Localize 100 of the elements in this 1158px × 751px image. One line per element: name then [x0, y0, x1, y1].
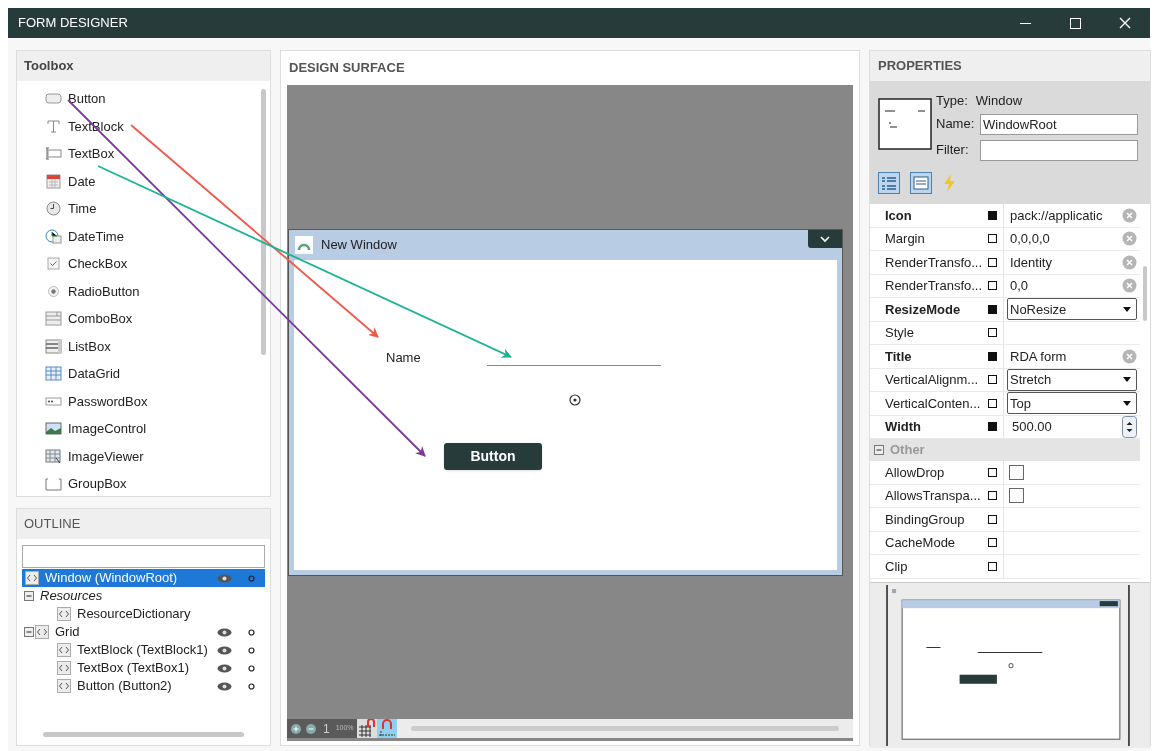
scrollbar[interactable]	[1143, 266, 1147, 321]
zoom-out-icon[interactable]	[305, 722, 317, 735]
clock-calendar-icon	[45, 228, 62, 244]
group-frame-icon	[45, 476, 62, 492]
eye-icon[interactable]	[217, 627, 232, 637]
hollow-square-icon[interactable]	[988, 328, 997, 338]
image-grid-icon	[45, 448, 62, 464]
search-field[interactable]	[22, 545, 265, 568]
property-name: RenderTransfo...	[885, 253, 983, 272]
tree-item[interactable]: Resources	[22, 587, 265, 605]
collapse-icon[interactable]	[24, 627, 34, 637]
tree-item[interactable]: ResourceDictionary	[22, 605, 265, 623]
chevron-button[interactable]	[808, 230, 842, 248]
circle-icon[interactable]	[248, 628, 255, 636]
collapse-icon[interactable]	[874, 445, 884, 455]
toolbox-item[interactable]: DateTime	[68, 226, 124, 246]
toolbox-item[interactable]: DataGrid	[68, 364, 121, 384]
property-name: VerticalConten...	[885, 394, 981, 413]
toolbox-item[interactable]: PasswordBox	[68, 391, 148, 411]
filled-square-icon[interactable]	[988, 351, 997, 361]
toolbox-item[interactable]: Button	[68, 89, 106, 109]
dropdown-field[interactable]: NoResize	[1007, 298, 1137, 321]
tree-item-label: ResourceDictionary	[77, 605, 192, 624]
scrollbar[interactable]	[261, 89, 266, 355]
filled-square-icon[interactable]	[988, 422, 997, 432]
tree-item-label: TextBox (TextBox1)	[77, 659, 190, 678]
tree-item[interactable]: TextBox (TextBox1)	[22, 659, 265, 677]
filled-square-icon[interactable]	[988, 304, 997, 314]
tag-brackets-icon	[35, 625, 49, 639]
zoom-in-icon[interactable]	[290, 722, 302, 735]
hollow-square-icon[interactable]	[988, 234, 997, 244]
panel-title: PROPERTIES	[878, 57, 962, 76]
tree-item[interactable]: Grid	[22, 623, 265, 641]
toolbox-item[interactable]: GroupBox	[68, 474, 127, 494]
checkbox-icon	[45, 256, 62, 272]
tree-item-label: Window (WindowRoot)	[45, 569, 179, 588]
close-icon[interactable]	[1119, 17, 1131, 29]
dropdown-field[interactable]: Top	[1007, 392, 1137, 415]
property-value[interactable]: 0,0,0,0	[1010, 229, 1122, 249]
tree-item-label: TextBlock (TextBlock1)	[77, 641, 209, 660]
circle-icon[interactable]	[248, 664, 255, 672]
filter-field[interactable]	[980, 139, 1138, 161]
app-logo-icon	[295, 236, 313, 254]
scrollbar[interactable]	[410, 726, 839, 731]
property-value[interactable]: RDA form	[1010, 346, 1122, 366]
toolbox-item[interactable]: ListBox	[68, 336, 111, 356]
toolbox-item[interactable]: CheckBox	[68, 254, 128, 274]
hollow-square-icon[interactable]	[988, 538, 997, 548]
property-value[interactable]: 0,0	[1010, 276, 1122, 296]
eye-icon[interactable]	[217, 645, 232, 655]
hollow-square-icon[interactable]	[988, 514, 997, 524]
name-field[interactable]: WindowRoot	[980, 113, 1138, 135]
collapse-icon[interactable]	[24, 591, 34, 601]
toolbox-item[interactable]: Date	[68, 171, 96, 191]
number-field[interactable]: 500.00	[1012, 417, 1122, 437]
text-input-line[interactable]	[487, 365, 661, 366]
property-name: Margin	[885, 230, 925, 248]
tree-item[interactable]: Button (Button2)	[22, 677, 265, 695]
chevron-down-icon[interactable]	[820, 235, 830, 243]
caret-icon	[1123, 400, 1131, 406]
checkbox[interactable]	[1009, 464, 1024, 480]
tree-item[interactable]: TextBlock (TextBlock1)	[22, 641, 265, 659]
name-label: Name:	[936, 115, 976, 134]
dropdown-field[interactable]: Stretch	[1007, 368, 1137, 391]
hollow-square-icon[interactable]	[988, 257, 997, 267]
toolbox-item[interactable]: Time	[68, 199, 97, 219]
toolbox-item[interactable]: ImageControl	[68, 419, 147, 439]
toolbox-item[interactable]: ComboBox	[68, 309, 133, 329]
checkbox[interactable]	[1009, 488, 1024, 504]
tree-item[interactable]: Window (WindowRoot)	[22, 569, 265, 587]
toolbox-item[interactable]: RadioButton	[68, 281, 140, 301]
property-value[interactable]: Identity	[1010, 252, 1122, 272]
caret-icon	[1123, 306, 1131, 312]
hollow-square-icon[interactable]	[988, 281, 997, 291]
toolbox-item[interactable]: TextBox	[68, 144, 115, 164]
circle-icon[interactable]	[248, 646, 255, 654]
form-title: New Window	[321, 236, 397, 255]
hollow-square-icon[interactable]	[988, 491, 997, 501]
eye-icon[interactable]	[217, 573, 232, 583]
hollow-square-icon[interactable]	[988, 375, 997, 385]
eye-icon[interactable]	[217, 663, 232, 673]
circle-icon[interactable]	[248, 682, 255, 690]
property-name: Title	[885, 347, 912, 366]
spinner-arrows-icon[interactable]	[1122, 415, 1137, 438]
filter-label: Filter:	[936, 141, 970, 160]
category-label: Other	[890, 441, 925, 460]
tree-item-label: Button (Button2)	[77, 677, 173, 696]
hollow-square-icon[interactable]	[988, 467, 997, 477]
property-value[interactable]: pack://applicatic	[1010, 205, 1122, 225]
hollow-square-icon[interactable]	[988, 561, 997, 571]
eye-icon[interactable]	[217, 681, 232, 691]
list-view-icon[interactable]	[910, 172, 932, 194]
form-window[interactable]: New Window Name Button	[288, 229, 843, 576]
form-button[interactable]: Button	[444, 443, 542, 470]
categorized-list-icon[interactable]	[878, 172, 900, 194]
hollow-square-icon[interactable]	[988, 398, 997, 408]
toolbox-item[interactable]: ImageViewer	[68, 446, 144, 466]
property-name: Style	[885, 324, 914, 342]
filled-square-icon[interactable]	[988, 210, 997, 220]
scrollbar[interactable]	[43, 732, 244, 737]
